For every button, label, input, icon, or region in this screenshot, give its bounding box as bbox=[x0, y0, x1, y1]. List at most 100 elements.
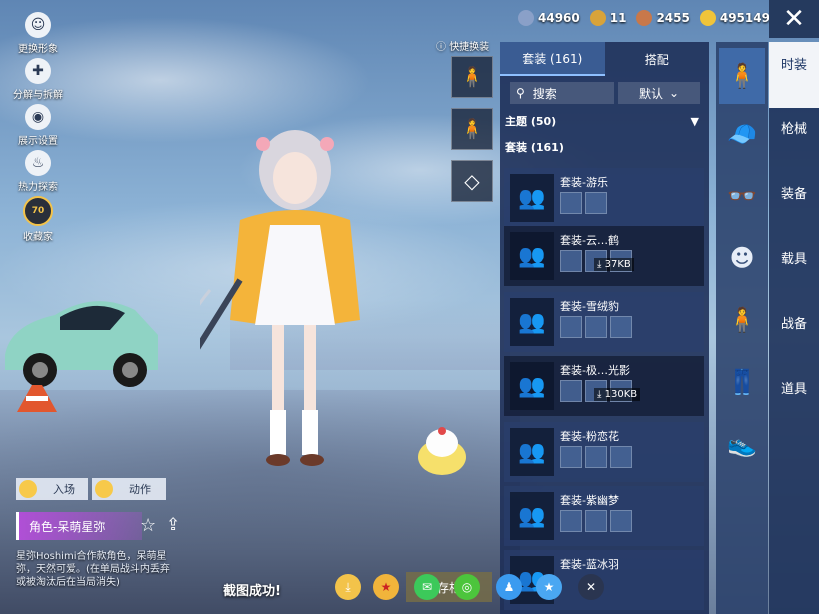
outfit-list-panel: 套装 (161) 搭配 ⚲ 搜索 默认 ⌄ 主题 (50) ▼ 套装 (161)… bbox=[500, 42, 709, 614]
display-settings-button[interactable]: ◉ 展示设置 bbox=[10, 104, 66, 147]
outfits-section-label: 套装 (161) bbox=[505, 141, 564, 154]
emote-icon bbox=[95, 480, 113, 498]
change-appearance-label: 更换形象 bbox=[18, 44, 58, 55]
close-icon[interactable]: ✕ bbox=[769, 0, 819, 38]
item-icon bbox=[585, 192, 607, 214]
category-label-column: 时装 枪械 装备 载具 战备 道具 bbox=[769, 42, 819, 614]
change-appearance-button[interactable]: ☺ 更换形象 bbox=[10, 12, 66, 55]
quick-slot-1[interactable]: 🧍 bbox=[451, 56, 493, 98]
tab-vehicles-label: 载具 bbox=[780, 252, 807, 267]
emote-button[interactable]: 动作 bbox=[92, 478, 166, 500]
screenshot-success-text: 截图成功! bbox=[223, 584, 281, 599]
sort-dropdown[interactable]: 默认 ⌄ bbox=[618, 82, 700, 104]
tab-equipment[interactable]: 装备 bbox=[769, 187, 819, 203]
cap-icon: 🧢 bbox=[727, 120, 757, 148]
theme-section-label: 主题 (50) bbox=[505, 115, 557, 128]
search-icon: ⚲ bbox=[516, 86, 525, 100]
pants-icon: 👖 bbox=[727, 368, 757, 396]
search-input[interactable]: ⚲ 搜索 bbox=[510, 82, 614, 104]
category-hat-button[interactable]: 🧢 bbox=[719, 106, 765, 162]
outfit-name: 套装-雪绒豹 bbox=[560, 300, 619, 313]
chick-pet bbox=[418, 427, 466, 475]
currency-uc: 495149 bbox=[699, 10, 770, 26]
outfit-name: 套装-粉恋花 bbox=[560, 430, 619, 443]
outfit-thumbnail-icon: 👥 bbox=[510, 492, 554, 540]
outfit-row[interactable]: 👥 套装-极…光影 ⤓ 130KB bbox=[504, 356, 704, 416]
glasses-icon: 👓 bbox=[727, 182, 757, 210]
outfit-thumbnail-icon: 👥 bbox=[510, 298, 554, 346]
outfit-row[interactable]: 👥 套装-蓝冰羽 bbox=[504, 550, 704, 610]
collector-badge-icon: 70 bbox=[23, 196, 53, 226]
tab-combos[interactable]: 搭配 bbox=[605, 42, 710, 76]
shoes-icon: 👟 bbox=[727, 430, 757, 458]
smile-icon bbox=[19, 480, 37, 498]
entry-animation-button[interactable]: 入场 bbox=[16, 478, 88, 500]
item-icon bbox=[560, 510, 582, 532]
bronze-coin-icon bbox=[636, 10, 653, 26]
outfit-icon: 🧍 bbox=[727, 62, 757, 90]
decompose-label: 分解与拆解 bbox=[13, 90, 63, 101]
item-icon bbox=[585, 316, 607, 338]
tab-items[interactable]: 道具 bbox=[769, 382, 819, 398]
download-size-value: 37KB bbox=[604, 259, 631, 270]
outfit-row[interactable]: 👥 套装-粉恋花 bbox=[504, 422, 704, 482]
moments-icon[interactable]: ◎ bbox=[454, 574, 480, 600]
sports-car bbox=[5, 301, 158, 387]
mask-icon: ☻ bbox=[729, 244, 755, 272]
category-glasses-button[interactable]: 👓 bbox=[719, 168, 765, 224]
quick-slot-2[interactable]: 🧍 bbox=[451, 108, 493, 150]
outfit-row[interactable]: 👥 套装-雪绒豹 bbox=[504, 292, 704, 352]
decompose-button[interactable]: ✚ 分解与拆解 bbox=[10, 58, 66, 101]
chevron-down-icon: ⌄ bbox=[668, 86, 680, 100]
star-icon[interactable]: ☆ bbox=[140, 515, 156, 536]
item-icon bbox=[560, 250, 582, 272]
download-icon[interactable]: ⤓ bbox=[335, 574, 361, 600]
download-size: ⤓ 130KB bbox=[594, 388, 641, 401]
outfit-thumbnail-icon: 👥 bbox=[510, 174, 554, 222]
quick-slot-3[interactable]: ◇ bbox=[451, 160, 493, 202]
theme-section[interactable]: 主题 (50) ▼ bbox=[500, 110, 709, 132]
diamond-icon: ◇ bbox=[464, 169, 480, 193]
currency-bronze: 2455 bbox=[636, 10, 690, 26]
outfit-thumbnail-icon: 👥 bbox=[510, 362, 554, 410]
share-icon[interactable]: ⇪ bbox=[166, 515, 180, 535]
uc-coin-icon bbox=[699, 10, 716, 26]
quick-swap-label[interactable]: ⓘ 快捷换装 bbox=[436, 38, 489, 53]
item-icon bbox=[560, 380, 582, 402]
qq-icon[interactable]: ♟ bbox=[496, 574, 522, 600]
heat-explore-button[interactable]: ♨ 热力探索 bbox=[10, 150, 66, 193]
outfits-section: 套装 (161) bbox=[500, 136, 709, 158]
outfit-items bbox=[560, 192, 607, 214]
item-icon bbox=[560, 446, 582, 468]
tab-outfits[interactable]: 套装 (161) bbox=[500, 42, 605, 76]
category-character-button[interactable]: 🧍 bbox=[719, 292, 765, 348]
collector-button[interactable]: 70 收藏家 bbox=[10, 196, 66, 243]
wechat-icon[interactable]: ✉ bbox=[414, 574, 440, 600]
tab-weapons[interactable]: 枪械 bbox=[769, 122, 819, 138]
category-pants-button[interactable]: 👖 bbox=[719, 354, 765, 410]
close-share-icon[interactable]: ✕ bbox=[578, 574, 604, 600]
peace-elite-icon[interactable]: ★ bbox=[373, 574, 399, 600]
category-mask-button[interactable]: ☻ bbox=[719, 230, 765, 286]
tab-fashion[interactable]: 时装 bbox=[769, 42, 819, 108]
tab-combat-prep[interactable]: 战备 bbox=[769, 317, 819, 333]
outfit-row[interactable]: 👥 套装-游乐 bbox=[504, 168, 704, 228]
display-settings-label: 展示设置 bbox=[18, 136, 58, 147]
outfit-items bbox=[560, 446, 632, 468]
category-outfit-button[interactable]: 🧍 bbox=[719, 48, 765, 104]
outfit-name: 套装-极…光影 bbox=[560, 364, 630, 377]
tab-items-label: 道具 bbox=[780, 382, 807, 397]
category-shoes-button[interactable]: 👟 bbox=[719, 416, 765, 472]
outfit-row[interactable]: 👥 套装-紫幽梦 bbox=[504, 486, 704, 546]
qzone-icon[interactable]: ★ bbox=[536, 574, 562, 600]
eye-icon: ◉ bbox=[25, 104, 51, 130]
outfit-row[interactable]: 👥 套装-云…鹤 ⤓ 37KB bbox=[504, 226, 704, 286]
outfit-name: 套装-紫幽梦 bbox=[560, 494, 619, 507]
entry-label: 入场 bbox=[53, 483, 75, 496]
outfit-name: 套装-云…鹤 bbox=[560, 234, 619, 247]
tab-vehicles[interactable]: 载具 bbox=[769, 252, 819, 268]
heat-explore-label: 热力探索 bbox=[18, 182, 58, 193]
collector-label: 收藏家 bbox=[23, 232, 53, 243]
silver-coin-icon bbox=[518, 10, 534, 26]
character-name-bar: 角色-呆萌星弥 bbox=[16, 512, 142, 540]
